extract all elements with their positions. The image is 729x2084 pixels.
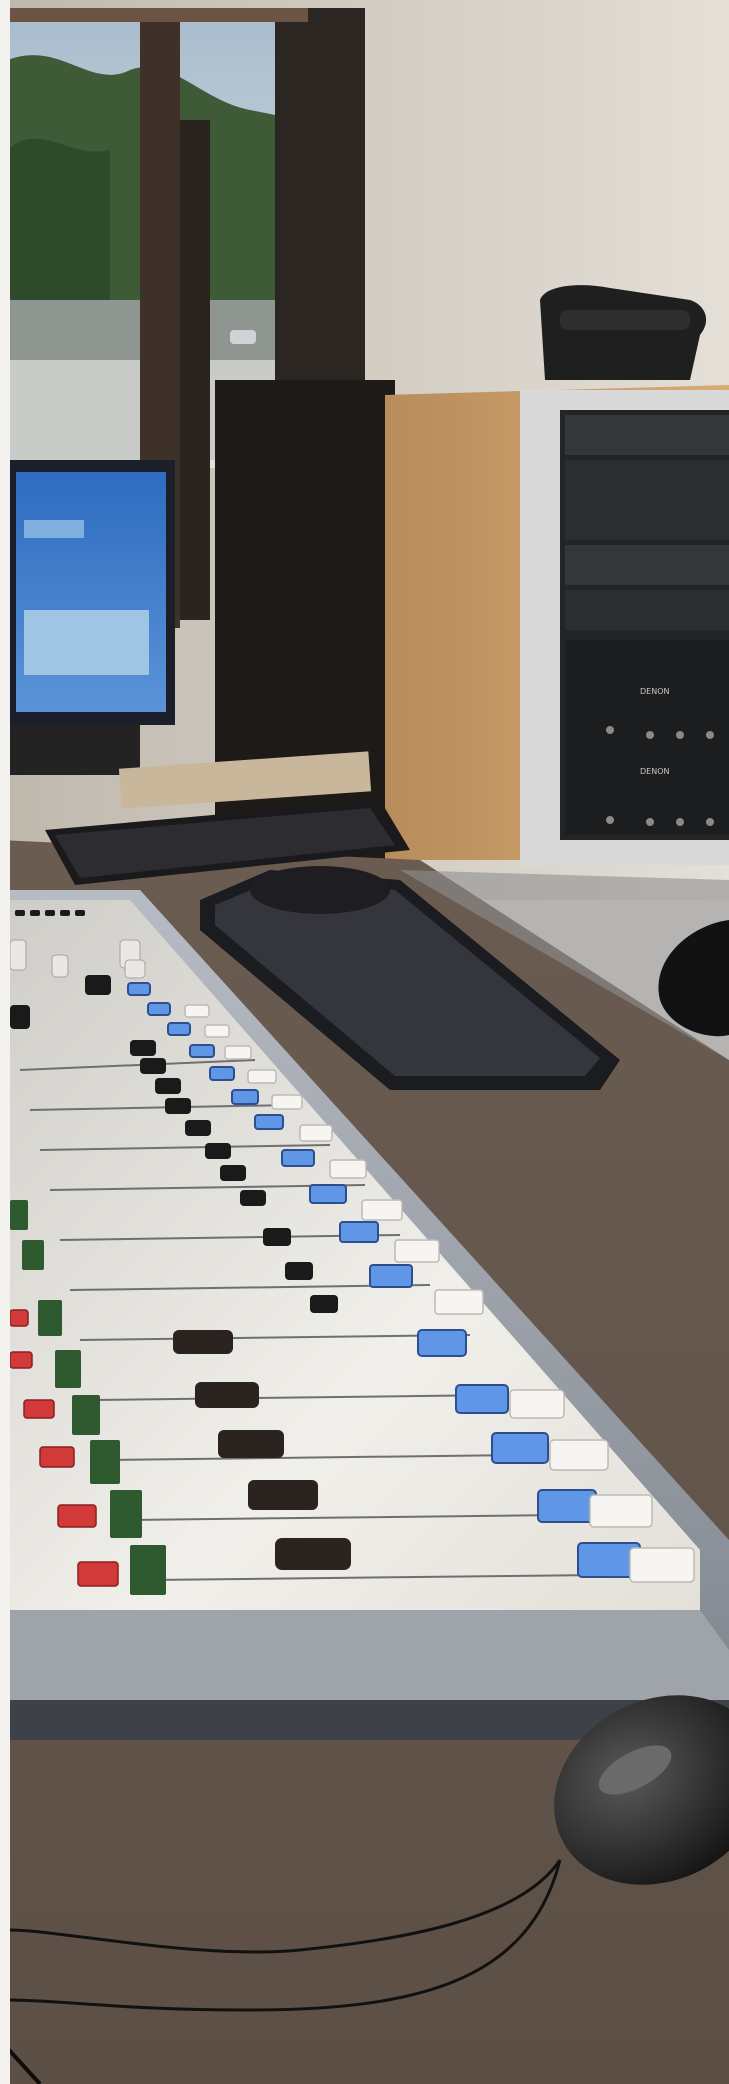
studio-photo-svg: DENON DENON <box>0 0 729 2084</box>
rack-brand-bottom: DENON <box>640 767 669 776</box>
studio-photo: DENON DENON <box>0 0 729 2084</box>
car <box>230 330 256 344</box>
page-margin <box>0 0 10 2084</box>
rack-brand-top: DENON <box>640 687 669 696</box>
telephone <box>540 285 707 380</box>
equipment-rack: DENON DENON <box>385 385 729 865</box>
